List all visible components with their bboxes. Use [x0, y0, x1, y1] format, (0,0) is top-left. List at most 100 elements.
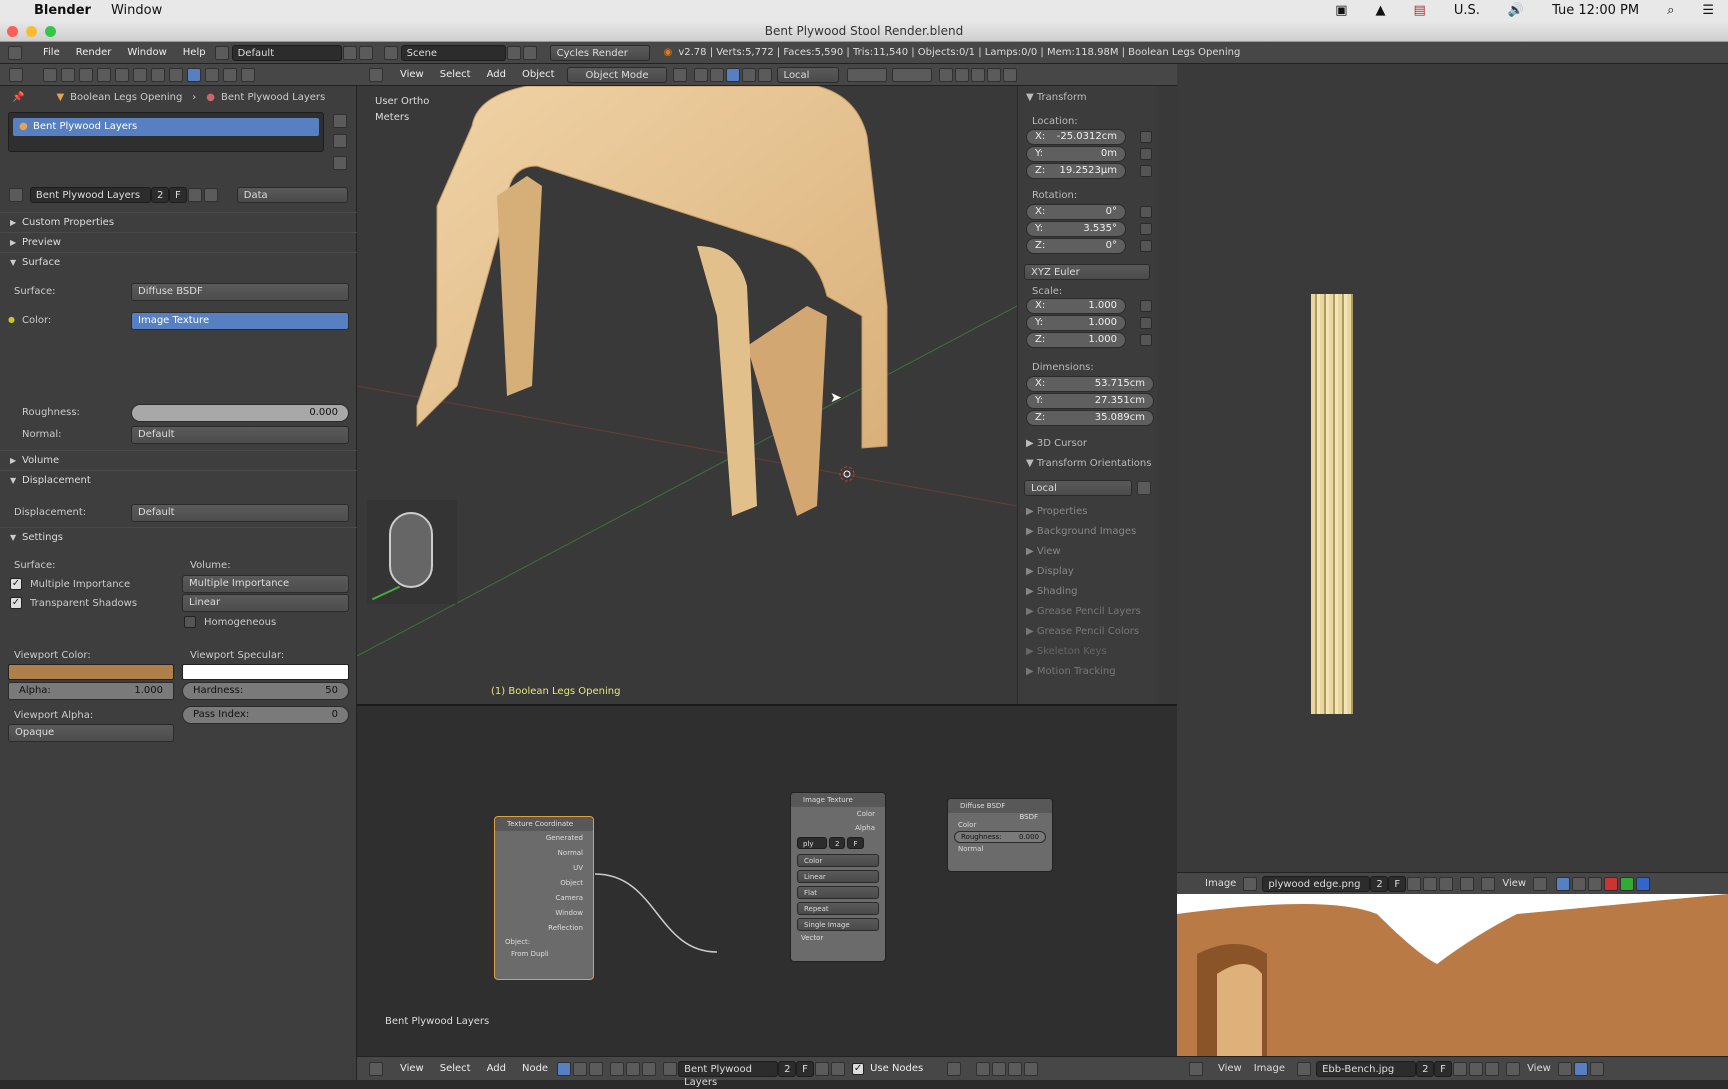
skeleton-keys-header[interactable]: ▶ Skeleton Keys [1026, 646, 1107, 657]
editor-type-icon[interactable] [369, 67, 383, 82]
panel-volume[interactable]: ▶ Volume [0, 450, 357, 470]
open-image-icon[interactable] [1469, 1061, 1484, 1076]
homogeneous-checkbox[interactable] [184, 616, 196, 628]
rotation-y[interactable]: Y: 3.535° [1026, 221, 1126, 237]
snap-icon[interactable] [976, 1061, 991, 1076]
volume-interpolation-selector[interactable]: Linear [182, 594, 349, 612]
panel-custom-properties[interactable]: ▶ Custom Properties [0, 212, 357, 232]
unlink-image-icon[interactable] [1485, 1061, 1500, 1076]
layout-selector[interactable]: Default [231, 44, 342, 61]
image2-fake-user[interactable]: F [1434, 1060, 1453, 1077]
layout-icon[interactable] [214, 45, 229, 60]
menu-node[interactable]: Node [522, 1063, 548, 1074]
rotate-icon[interactable] [741, 67, 756, 82]
add-layout-icon[interactable] [342, 45, 357, 60]
output-bsdf[interactable]: BSDF [948, 813, 1052, 821]
scale-y[interactable]: Y: 1.000 [1026, 315, 1126, 331]
remove-scene-icon[interactable] [522, 45, 537, 60]
menu-file[interactable]: File [43, 47, 60, 58]
background-images-header[interactable]: ▶ Background Images [1026, 526, 1136, 537]
location-z[interactable]: Z: 19.2523µm [1026, 163, 1126, 179]
sample-icon[interactable] [1533, 876, 1548, 891]
zbuffer-icon[interactable] [1588, 876, 1603, 891]
texture-coordinate-node[interactable]: Texture Coordinate Generated Normal UV O… [494, 816, 594, 980]
orientation-selector[interactable]: Local [776, 66, 839, 83]
color-input-selector[interactable]: Image Texture [131, 312, 349, 330]
output-normal[interactable]: Normal [495, 846, 583, 861]
node-fake-user[interactable]: F [796, 1060, 815, 1077]
snap-icon[interactable] [954, 67, 969, 82]
node-material-name[interactable]: Bent Plywood Layers [678, 1060, 779, 1088]
menu-render[interactable]: Render [76, 47, 112, 58]
snap-mode-icon[interactable] [992, 1061, 1007, 1076]
grease-pencil-layers-header[interactable]: ▶ Grease Pencil Layers [1026, 606, 1141, 617]
draw-channels-icon[interactable] [1556, 876, 1571, 891]
image-browse-icon[interactable] [1243, 876, 1258, 891]
open-image-icon[interactable] [1423, 876, 1438, 891]
texture-tab-icon[interactable] [205, 68, 219, 82]
input-source[interactable]: U.S. [1454, 3, 1480, 18]
line-style-icon[interactable] [642, 1061, 657, 1076]
clock[interactable]: Tue 12:00 PM [1552, 3, 1639, 18]
compositing-nodes-icon[interactable] [573, 1061, 588, 1076]
viewport-color-swatch[interactable] [8, 664, 174, 680]
flag-icon[interactable]: ▤ [1414, 3, 1426, 18]
input-normal[interactable]: Normal [948, 845, 1052, 853]
paste-icon[interactable] [1024, 1061, 1039, 1076]
scene-tab-icon[interactable] [79, 68, 93, 82]
constraints-tab-icon[interactable] [133, 68, 147, 82]
translate-icon[interactable] [725, 67, 740, 82]
new-material-icon[interactable] [815, 1061, 830, 1076]
copy-icon[interactable] [1008, 1061, 1023, 1076]
material-browse-icon[interactable] [9, 188, 23, 202]
rotation-z[interactable]: Z: 0° [1026, 238, 1126, 254]
rotation-x[interactable]: X: 0° [1026, 204, 1126, 220]
normal-input-selector[interactable]: Default [131, 426, 349, 444]
remove-slot-icon[interactable] [333, 134, 347, 148]
breadcrumb-object[interactable]: Boolean Legs Opening [70, 92, 182, 103]
menu-select[interactable]: Select [440, 69, 471, 80]
diffuse-bsdf-node[interactable]: Diffuse BSDF BSDF Color Roughness: 0.000 … [947, 798, 1053, 872]
material-tab-icon[interactable] [187, 68, 201, 82]
image-name-field[interactable]: plywood edge.png [1262, 875, 1371, 892]
pivot-icon[interactable] [693, 67, 708, 82]
unlink-material-icon[interactable] [203, 188, 218, 202]
viewport-specular-swatch[interactable] [182, 664, 349, 680]
properties-header[interactable]: ▶ Properties [1026, 506, 1087, 517]
3d-cursor-header[interactable]: ▶ 3D Cursor [1026, 438, 1087, 449]
object-tab-icon[interactable] [115, 68, 129, 82]
lock-icon[interactable] [1140, 165, 1152, 177]
reference-image-view[interactable] [1177, 894, 1728, 1056]
shading-icon[interactable] [672, 67, 687, 82]
unlink-material-icon[interactable] [831, 1061, 846, 1076]
zoom-window-icon[interactable] [45, 26, 56, 37]
material-browse-icon[interactable] [663, 1061, 678, 1076]
volume-icon[interactable]: 🔊 [1508, 3, 1524, 18]
output-camera[interactable]: Camera [495, 891, 583, 906]
image-users[interactable]: 2 [829, 837, 846, 849]
lock-icon[interactable] [1140, 148, 1152, 160]
alpha-channel-icon[interactable] [1589, 1061, 1604, 1076]
render-tab-icon[interactable] [43, 68, 57, 82]
color-space-selector[interactable]: Color [797, 854, 879, 867]
snap-target-icon[interactable] [970, 67, 985, 82]
menu-window[interactable]: Window [111, 3, 162, 18]
slot-menu-icon[interactable] [333, 156, 347, 170]
output-alpha[interactable]: Alpha [791, 821, 875, 835]
source-selector[interactable]: Single Image [797, 918, 879, 931]
panel-preview[interactable]: ▶ Preview [0, 232, 357, 252]
shading-header[interactable]: ▶ Shading [1026, 586, 1078, 597]
lock-icon[interactable] [1140, 300, 1152, 312]
menu-image[interactable]: Image [1254, 1063, 1285, 1074]
lock-icon[interactable] [1140, 223, 1152, 235]
pin-image-icon[interactable] [1460, 876, 1475, 891]
layers-icon[interactable] [846, 67, 887, 82]
editor-type-icon[interactable] [1189, 1061, 1203, 1076]
red-channel-icon[interactable] [1604, 876, 1619, 891]
output-generated[interactable]: Generated [495, 831, 583, 846]
close-window-icon[interactable] [7, 26, 18, 37]
from-dupli-label[interactable]: From Dupli [511, 950, 549, 958]
roughness-slider[interactable]: 0.000 [131, 404, 349, 422]
output-object[interactable]: Object [495, 876, 583, 891]
multiple-importance-checkbox[interactable]: ✓ [10, 578, 22, 590]
